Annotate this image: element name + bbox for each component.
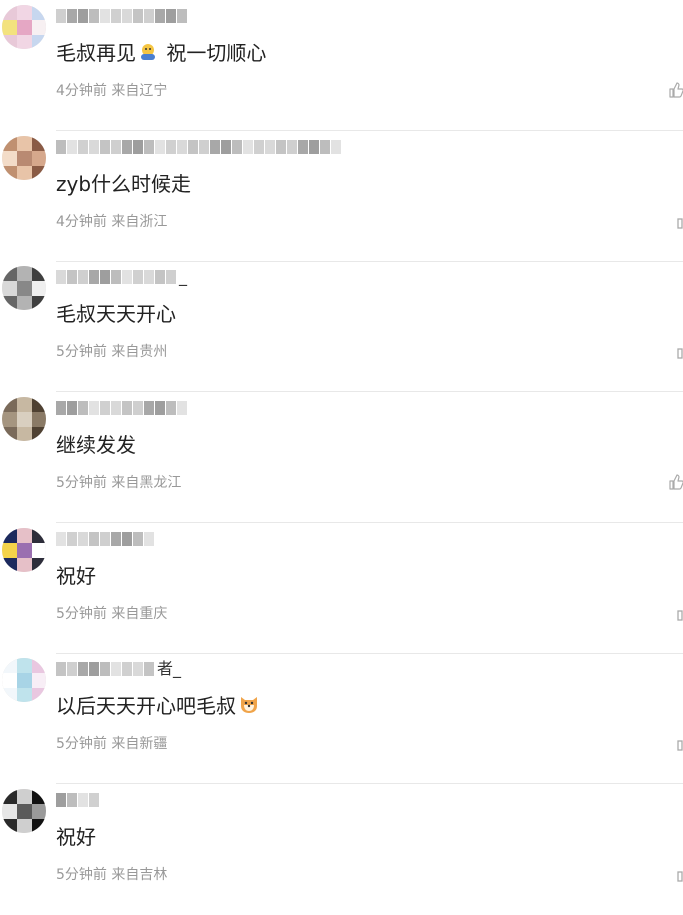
comment-meta: 5分钟前 来自新疆 xyxy=(56,736,168,752)
comment-meta: 4分钟前 来自辽宁 xyxy=(56,83,168,99)
comment-text-main: 毛叔天天开心 xyxy=(56,302,176,326)
comment-meta: 4分钟前 来自浙江 xyxy=(56,214,168,230)
comment-text: 毛叔再见 祝一切顺心 xyxy=(56,40,266,66)
username[interactable] xyxy=(56,530,155,548)
username[interactable]: _ xyxy=(56,268,187,286)
avatar[interactable] xyxy=(2,136,46,180)
hug-emoji-icon xyxy=(136,41,160,65)
comment-text-main: 祝好 xyxy=(56,825,96,849)
comment-item: _ 毛叔天天开心 5分钟前 来自贵州 xyxy=(0,261,683,392)
comment-text: 以后天天开心吧毛叔 xyxy=(56,693,262,719)
comment-text-main: 继续发发 xyxy=(56,433,136,457)
comment-item: zyb什么时候走 4分钟前 来自浙江 xyxy=(0,131,683,262)
comment-text-rest: 祝一切顺心 xyxy=(160,41,267,65)
username-suffix: 者_ xyxy=(157,659,182,678)
username[interactable] xyxy=(56,138,342,156)
comment-text-main: zyb什么时候走 xyxy=(56,172,192,196)
avatar[interactable] xyxy=(2,5,46,49)
avatar[interactable] xyxy=(2,658,46,702)
like-icon[interactable] xyxy=(669,605,683,621)
comment-meta: 5分钟前 来自重庆 xyxy=(56,606,168,622)
like-icon[interactable] xyxy=(669,82,683,98)
username[interactable] xyxy=(56,791,100,809)
comment-text-main: 以后天天开心吧毛叔 xyxy=(56,694,236,718)
avatar[interactable] xyxy=(2,528,46,572)
like-icon[interactable] xyxy=(669,866,683,882)
comment-text: 继续发发 xyxy=(56,432,136,458)
username[interactable] xyxy=(56,399,188,417)
like-icon[interactable] xyxy=(669,213,683,229)
comment-text: zyb什么时候走 xyxy=(56,171,191,197)
comment-meta: 5分钟前 来自贵州 xyxy=(56,344,168,360)
comment-item: 者_ 以后天天开心吧毛叔 5分钟前 来自新疆 xyxy=(0,653,683,784)
comment-text-main: 毛叔再见 xyxy=(56,41,136,65)
username[interactable] xyxy=(56,7,188,25)
avatar[interactable] xyxy=(2,397,46,441)
comment-meta: 5分钟前 来自黑龙江 xyxy=(56,475,182,491)
comment-item: 继续发发 5分钟前 来自黑龙江 xyxy=(0,392,683,523)
username[interactable]: 者_ xyxy=(56,660,181,678)
comment-text: 毛叔天天开心 xyxy=(56,301,176,327)
avatar[interactable] xyxy=(2,266,46,310)
username-suffix: _ xyxy=(179,267,187,286)
comment-item: 祝好 5分钟前 来自吉林 xyxy=(0,784,683,915)
like-icon[interactable] xyxy=(669,474,683,490)
comment-meta: 5分钟前 来自吉林 xyxy=(56,867,168,883)
avatar[interactable] xyxy=(2,789,46,833)
like-icon[interactable] xyxy=(669,735,683,751)
like-icon[interactable] xyxy=(669,343,683,359)
comment-text-main: 祝好 xyxy=(56,564,96,588)
comment-item: 毛叔再见 祝一切顺心 4分钟前 来自辽宁 xyxy=(0,0,683,131)
comment-item: 祝好 5分钟前 来自重庆 xyxy=(0,523,683,654)
dog-emoji-icon xyxy=(236,694,262,718)
comment-text: 祝好 xyxy=(56,824,96,850)
comment-text: 祝好 xyxy=(56,563,96,589)
